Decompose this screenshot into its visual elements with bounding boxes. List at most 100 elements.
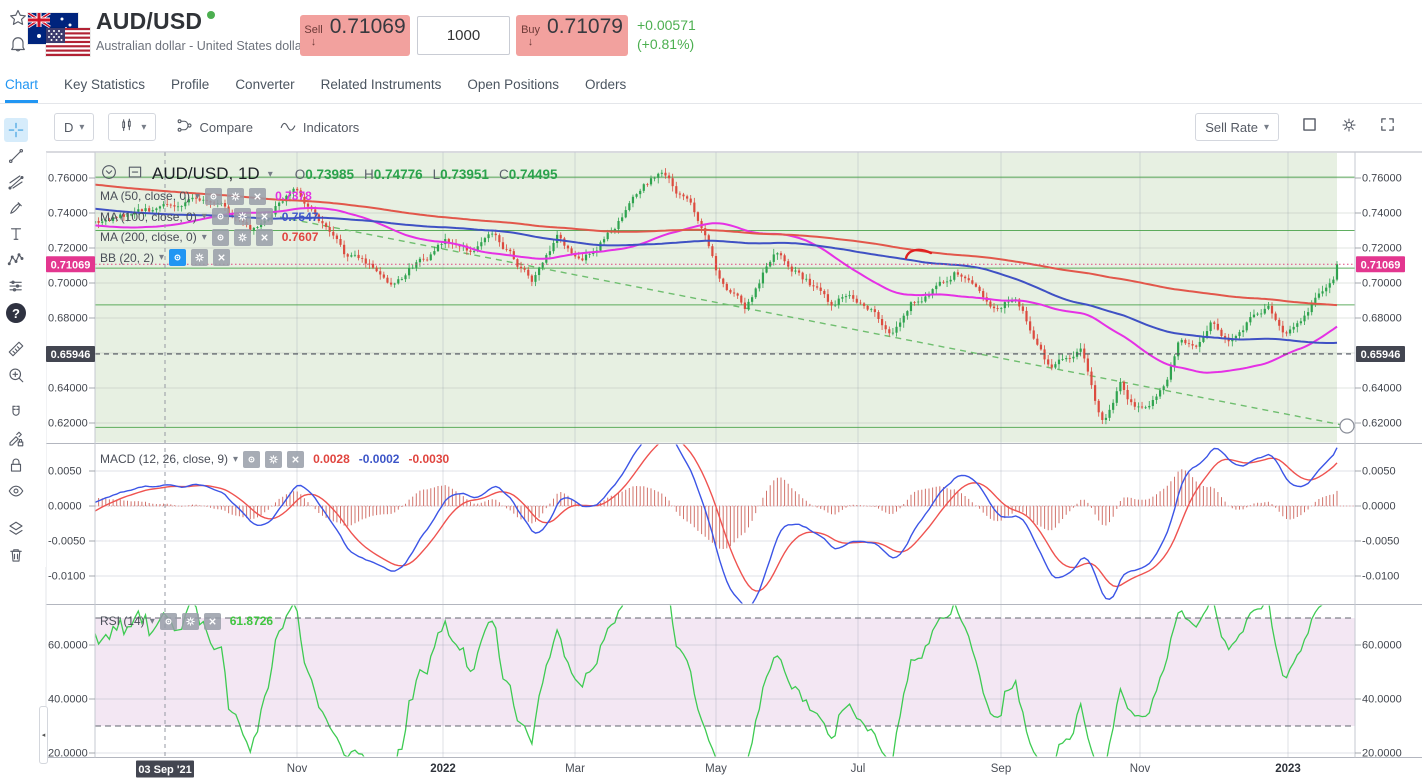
gear-button[interactable]	[182, 613, 199, 630]
indicator-label: MA (50, close, 0)	[100, 189, 190, 203]
trend-line-tool[interactable]	[4, 144, 28, 168]
indicators-button[interactable]: Indicators	[273, 117, 365, 138]
change-percent: (+0.81%)	[637, 35, 696, 54]
svg-text:0.64000: 0.64000	[48, 383, 88, 395]
chevron-down-icon: ▾	[79, 122, 84, 133]
chevron-down-icon[interactable]: ▾	[202, 211, 207, 222]
help-tool[interactable]: ?	[6, 303, 26, 323]
chevron-down-icon: ▾	[141, 122, 146, 133]
collapse-legend-icon[interactable]	[100, 163, 118, 186]
settings-gear-icon[interactable]	[1340, 116, 1358, 139]
tab-chart[interactable]: Chart	[5, 66, 38, 103]
text-tool[interactable]	[4, 222, 28, 246]
svg-text:0.76000: 0.76000	[48, 173, 88, 185]
eye-tool-tool[interactable]	[4, 479, 28, 503]
chevron-down-icon[interactable]: ▾	[268, 169, 273, 180]
buy-button[interactable]: Buy ↓ 0.71079	[516, 15, 628, 56]
lock-tool[interactable]	[4, 453, 28, 477]
eye-button[interactable]	[169, 249, 186, 266]
interval-dropdown[interactable]: D▾	[54, 113, 94, 141]
tab-converter[interactable]: Converter	[235, 66, 294, 103]
gann-tool[interactable]	[4, 170, 28, 194]
favorite-star-icon[interactable]	[8, 8, 28, 28]
svg-text:Sep: Sep	[991, 763, 1011, 775]
close-button[interactable]	[249, 188, 266, 205]
gear-button[interactable]	[227, 188, 244, 205]
currency-flags	[28, 12, 90, 58]
indicators-wave-icon	[279, 117, 297, 138]
gear-button[interactable]	[234, 229, 251, 246]
tab-key-statistics[interactable]: Key Statistics	[64, 66, 145, 103]
indicator-label: MA (200, close, 0)	[100, 230, 197, 244]
ruler-tool[interactable]	[4, 337, 28, 361]
brush-tool[interactable]	[4, 196, 28, 220]
close-button[interactable]	[287, 451, 304, 468]
rsi-legend: RSI (14) ▾ 61.8726	[100, 611, 273, 632]
layers-tool[interactable]	[4, 517, 28, 541]
eye-button[interactable]	[212, 208, 229, 225]
symbol-subtitle: Australian dollar - United States dollar	[96, 39, 306, 53]
close-button[interactable]	[213, 249, 230, 266]
chart-toolbar: D▾ ▾ Compare Indicators Sell Rate▾	[0, 104, 1422, 150]
tab-orders[interactable]: Orders	[585, 66, 626, 103]
chevron-down-icon[interactable]: ▾	[233, 454, 238, 465]
trash-tool[interactable]	[4, 543, 28, 567]
tab-profile[interactable]: Profile	[171, 66, 209, 103]
rsi-value: 61.8726	[230, 614, 273, 628]
zoom-in-tool[interactable]	[4, 363, 28, 387]
trendline-handle	[1340, 419, 1354, 433]
compare-button[interactable]: Compare	[170, 117, 258, 137]
svg-text:0.0000: 0.0000	[48, 501, 82, 513]
svg-text:40.0000: 40.0000	[1362, 694, 1402, 706]
gear-button[interactable]	[234, 208, 251, 225]
eye-button[interactable]	[243, 451, 260, 468]
pattern-tool[interactable]	[4, 248, 28, 272]
buy-arrow-down-icon: ↓	[528, 36, 534, 48]
rate-side-dropdown[interactable]: Sell Rate▾	[1195, 113, 1279, 141]
chevron-down-icon[interactable]: ▾	[150, 616, 155, 627]
ohlc-key: O	[295, 167, 306, 182]
magnet-tool[interactable]	[4, 401, 28, 425]
tab-open-positions[interactable]: Open Positions	[467, 66, 559, 103]
amount-input[interactable]	[417, 16, 510, 55]
svg-text:0.62000: 0.62000	[1362, 418, 1402, 430]
title-block: AUD/USD Australian dollar - United State…	[96, 8, 306, 53]
snapshot-button[interactable]	[1300, 115, 1319, 139]
close-button[interactable]	[256, 208, 273, 225]
eye-button[interactable]	[160, 613, 177, 630]
panel-collapse-handle[interactable]: ◂	[39, 706, 48, 764]
fullscreen-icon[interactable]	[1379, 116, 1396, 138]
close-button[interactable]	[204, 613, 221, 630]
minimize-legend-icon[interactable]	[126, 163, 144, 186]
chart-style-dropdown[interactable]: ▾	[108, 113, 156, 141]
svg-text:40.0000: 40.0000	[48, 694, 88, 706]
crosshair-tool[interactable]	[4, 118, 28, 142]
draw-lock-tool[interactable]	[4, 427, 28, 451]
indicator-value: 0.7607	[282, 230, 319, 244]
chevron-down-icon[interactable]: ▾	[202, 232, 207, 243]
ohlc-value: 0.74776	[374, 167, 423, 182]
eye-button[interactable]	[212, 229, 229, 246]
indicator-label: BB (20, 2)	[100, 251, 154, 265]
close-button[interactable]	[256, 229, 273, 246]
tab-related-instruments[interactable]: Related Instruments	[321, 66, 442, 103]
eye-button[interactable]	[205, 188, 222, 205]
macd-legend: MACD (12, 26, close, 9) ▾ 0.0028-0.0002-…	[100, 449, 449, 470]
gear-button[interactable]	[265, 451, 282, 468]
svg-text:2022: 2022	[430, 763, 456, 775]
chevron-down-icon[interactable]: ▾	[195, 191, 200, 202]
alert-bell-icon[interactable]	[8, 34, 28, 54]
compare-icon	[176, 117, 193, 137]
gear-button[interactable]	[191, 249, 208, 266]
svg-text:Mar: Mar	[565, 763, 585, 775]
ohlc-values: O0.73985H0.74776L0.73951C0.74495	[295, 167, 558, 182]
chevron-down-icon: ▾	[1264, 122, 1269, 133]
forecast-tool[interactable]	[4, 274, 28, 298]
indicator-row: MA (100, close, 0)▾0.7547	[100, 207, 558, 228]
sell-button[interactable]: Sell ↓ 0.71069	[300, 15, 410, 56]
chart-area: 0.760000.760000.740000.740000.720000.720…	[0, 150, 1422, 778]
svg-text:-0.0050: -0.0050	[1362, 536, 1399, 548]
svg-text:-0.0100: -0.0100	[48, 571, 85, 583]
chevron-down-icon[interactable]: ▾	[159, 252, 164, 263]
svg-text:May: May	[705, 763, 727, 775]
